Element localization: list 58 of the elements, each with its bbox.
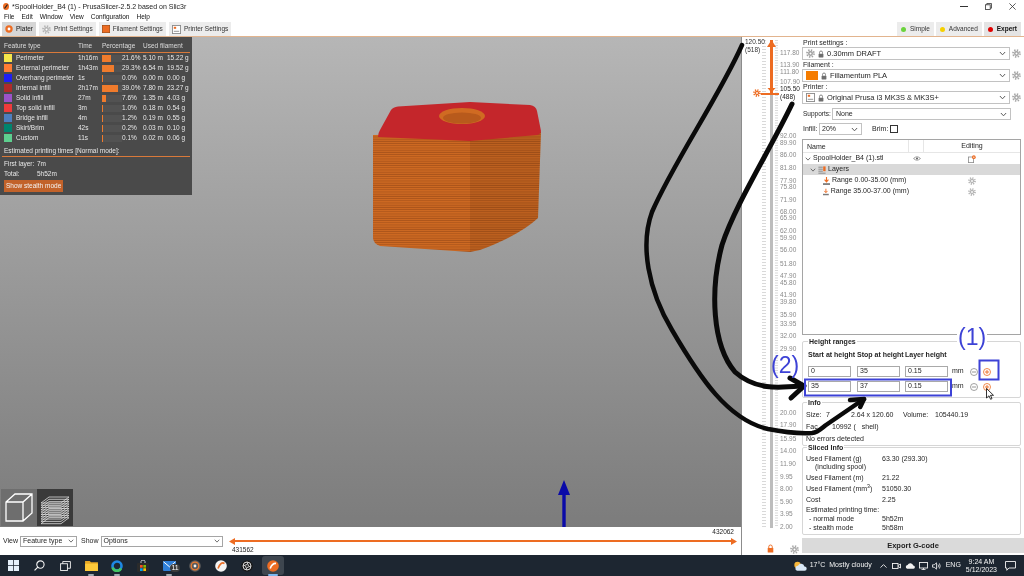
monitor-icon[interactable] — [918, 561, 928, 570]
highlight-frame — [978, 359, 1000, 381]
target-icon — [5, 25, 13, 33]
gear-icon — [42, 24, 51, 34]
lock-icon — [818, 93, 824, 102]
document-gear-icon[interactable] — [968, 154, 976, 163]
eye-icon[interactable] — [912, 156, 921, 161]
annotation-label: (1) — [957, 326, 988, 349]
ring-icon[interactable] — [111, 559, 123, 572]
folder-icon[interactable] — [84, 560, 98, 571]
printer-icon — [171, 24, 181, 34]
caret-icon — [999, 73, 1007, 78]
gear-icon — [806, 49, 815, 58]
gear-icon[interactable] — [753, 89, 761, 98]
printer-icon — [806, 93, 815, 102]
slider-thumb[interactable] — [731, 537, 737, 545]
chevron-up-icon[interactable] — [879, 563, 887, 568]
layers-icon[interactable] — [37, 489, 73, 526]
logo-icon — [3, 2, 9, 10]
cursor-icon — [986, 388, 994, 400]
close-icon — [1008, 2, 1016, 10]
lock-icon[interactable] — [767, 544, 774, 553]
cloud-sun-icon — [792, 560, 807, 571]
caret-icon — [999, 51, 1007, 56]
slider-thumb[interactable] — [767, 40, 776, 47]
layers-icon — [818, 165, 826, 174]
caret-icon — [999, 95, 1007, 100]
restore-icon — [984, 2, 992, 10]
axis-arrow — [557, 480, 571, 527]
slider-thumb[interactable] — [229, 537, 235, 545]
lock-icon — [821, 71, 827, 80]
plus-icon[interactable] — [982, 382, 991, 391]
four-panes-icon[interactable] — [7, 560, 19, 571]
caret-icon — [68, 539, 75, 543]
slider-track[interactable] — [770, 40, 773, 528]
disc-icon[interactable] — [189, 559, 201, 572]
speech-bubble-icon[interactable] — [1005, 560, 1016, 571]
circle-icon[interactable] — [267, 559, 279, 572]
circle-icon[interactable] — [215, 559, 227, 572]
lock-icon — [818, 49, 824, 58]
caret-icon — [851, 126, 858, 132]
cloud-icon[interactable] — [904, 562, 915, 569]
arrow-to-line-icon — [823, 176, 830, 185]
annotation-label: (2) — [771, 354, 800, 377]
arrow-to-line-icon — [823, 187, 829, 196]
stacked-windows-icon[interactable] — [59, 560, 71, 571]
speaker-icon[interactable] — [931, 561, 941, 570]
minimize-icon — [960, 5, 968, 7]
slider-thumb[interactable] — [761, 87, 779, 95]
aperture-icon[interactable] — [241, 559, 253, 572]
video-camera-icon[interactable] — [891, 561, 901, 570]
cube-icon[interactable] — [1, 489, 37, 526]
checkbox[interactable] — [890, 125, 899, 133]
caret-icon — [213, 539, 220, 543]
square-icon — [101, 25, 110, 33]
search-icon[interactable] — [33, 560, 45, 571]
caret-icon — [1000, 111, 1007, 117]
shopping-bag-icon[interactable] — [137, 559, 149, 572]
